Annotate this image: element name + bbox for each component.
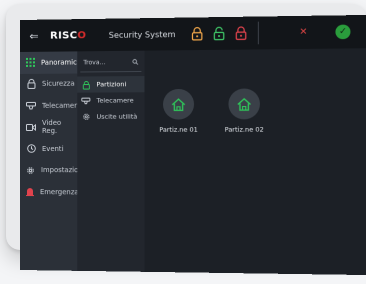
history-icon [26,144,36,154]
partition-tile[interactable]: Partiz.ne 01 [154,89,204,134]
top-bar: ⇐ RISCO Security System ✕ ✓ [20,15,366,52]
gear-icon [81,112,90,121]
disarm-lock-icon[interactable] [213,26,226,40]
alarm-icon [26,187,34,197]
sidebar-item-video-reg[interactable]: Video Reg. [20,116,77,138]
search-field[interactable]: Trova... [80,53,141,73]
lock-icon [81,80,90,89]
sidebar-item-panoramica[interactable]: Panoramica [20,51,77,73]
confirm-button[interactable]: ✓ [335,25,350,40]
risco-logo: RISCO [50,30,94,42]
main-sidebar: Panoramica Sicurezza Telecamere Video Re… [20,51,77,270]
sidebar-item-label: Emergenza [40,188,79,196]
subnav-item-label: Partizioni [96,80,126,88]
home-icon [171,98,185,111]
partition-tile[interactable]: Partiz.ne 02 [219,88,269,133]
full-arm-lock-icon[interactable] [235,26,248,41]
partition-circle [228,88,260,119]
arm-status-group [191,26,247,41]
back-arrow-icon[interactable]: ⇐ [24,20,44,52]
sidebar-item-label: Panoramica [41,58,81,66]
gear-icon [26,165,35,175]
sidebar-item-label: Video Reg. [42,119,77,135]
home-icon [237,97,252,110]
toolbar-divider [258,22,259,45]
sidebar-item-label: Eventi [42,145,63,153]
sidebar-item-label: Sicurezza [42,80,75,88]
sidebar-item-label: Telecamere [42,101,81,109]
sidebar-item-eventi[interactable]: Eventi [20,138,77,160]
sidebar-item-sicurezza[interactable]: Sicurezza [20,73,77,95]
partition-circle [163,89,194,120]
partial-arm-lock-icon[interactable] [191,27,203,41]
grid-icon [26,58,35,68]
camera-icon [26,101,36,111]
close-button[interactable]: ✕ [296,25,311,40]
sidebar-item-telecamere[interactable]: Telecamere [20,95,77,117]
partitions-panel: Partiz.ne 01 Partiz.ne 02 [144,48,366,275]
subnav-item-partizioni[interactable]: Partizioni [77,76,144,93]
lock-icon [26,79,36,89]
page-title: Security System [109,29,183,39]
sub-navigation: Trova... Partizioni Telecamere Uscite ut… [77,51,144,272]
video-icon [26,122,36,132]
search-icon [132,59,138,65]
app-screen: ⇐ RISCO Security System ✕ ✓ Panoramica S… [20,15,366,275]
partition-label: Partiz.ne 02 [219,126,269,133]
subnav-item-label: Telecamere [96,96,133,104]
sidebar-item-impostazioni[interactable]: Impostazioni [20,160,77,182]
subnav-item-label: Uscite utilità [96,113,137,121]
search-placeholder: Trova... [83,59,105,66]
camera-icon [81,96,90,105]
partition-label: Partiz.ne 01 [154,127,204,134]
sidebar-item-emergenza[interactable]: Emergenza [20,181,77,203]
subnav-item-uscite-utilita[interactable]: Uscite utilità [77,108,144,124]
subnav-item-telecamere[interactable]: Telecamere [77,92,144,109]
